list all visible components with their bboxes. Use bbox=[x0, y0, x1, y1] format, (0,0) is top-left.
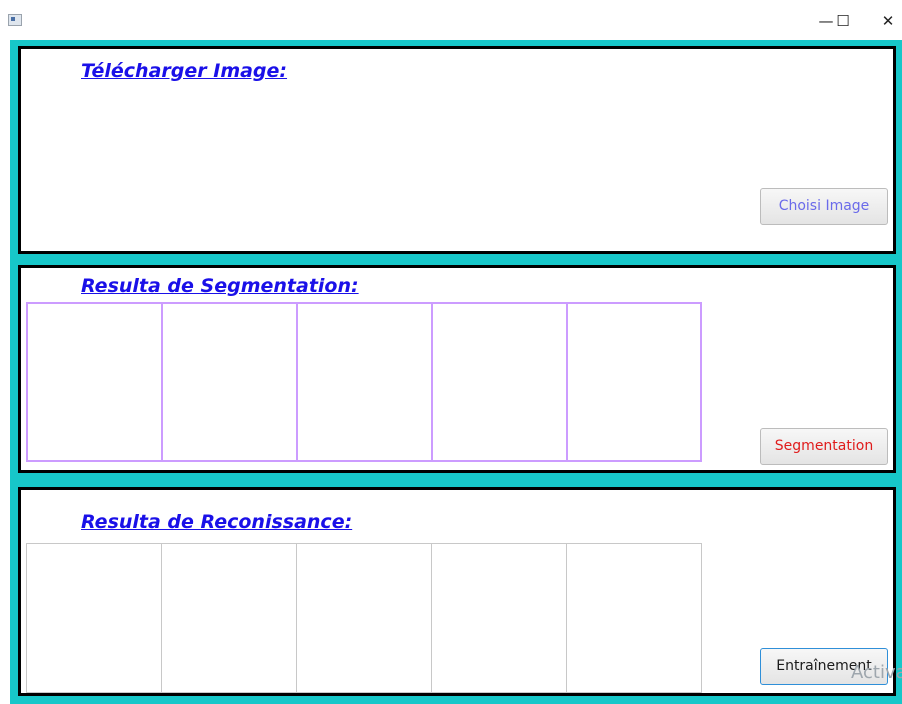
segment-cell bbox=[26, 302, 163, 462]
segment-cell bbox=[161, 302, 298, 462]
choose-image-button[interactable]: Choisi Image bbox=[760, 188, 888, 225]
recognition-cell bbox=[431, 543, 568, 693]
segmentation-heading: Resulta de Segmentation: bbox=[81, 275, 359, 297]
recognition-cell bbox=[161, 543, 298, 693]
recognition-cell bbox=[566, 543, 702, 693]
upload-panel: Télécharger Image: Choisi Image bbox=[18, 46, 896, 254]
maximize-button[interactable]: ☐ bbox=[829, 10, 857, 32]
window-titlebar: — ☐ ✕ bbox=[0, 0, 902, 40]
segment-cell bbox=[431, 302, 568, 462]
segmentation-panel: Resulta de Segmentation: Segmentation bbox=[18, 265, 896, 473]
app-icon bbox=[8, 14, 22, 26]
close-button[interactable]: ✕ bbox=[874, 10, 902, 32]
segmentation-button[interactable]: Segmentation bbox=[760, 428, 888, 465]
activation-watermark: Activa bbox=[851, 662, 902, 683]
recognition-panel: Resulta de Reconissance: Entraînement bbox=[18, 487, 896, 696]
recognition-cell bbox=[296, 543, 433, 693]
segment-cell bbox=[566, 302, 702, 462]
content-area: Télécharger Image: Choisi Image Resulta … bbox=[10, 40, 902, 704]
segment-cell bbox=[296, 302, 433, 462]
recognition-heading: Resulta de Reconissance: bbox=[81, 511, 353, 533]
upload-heading: Télécharger Image: bbox=[81, 60, 288, 82]
recognition-cell bbox=[26, 543, 163, 693]
